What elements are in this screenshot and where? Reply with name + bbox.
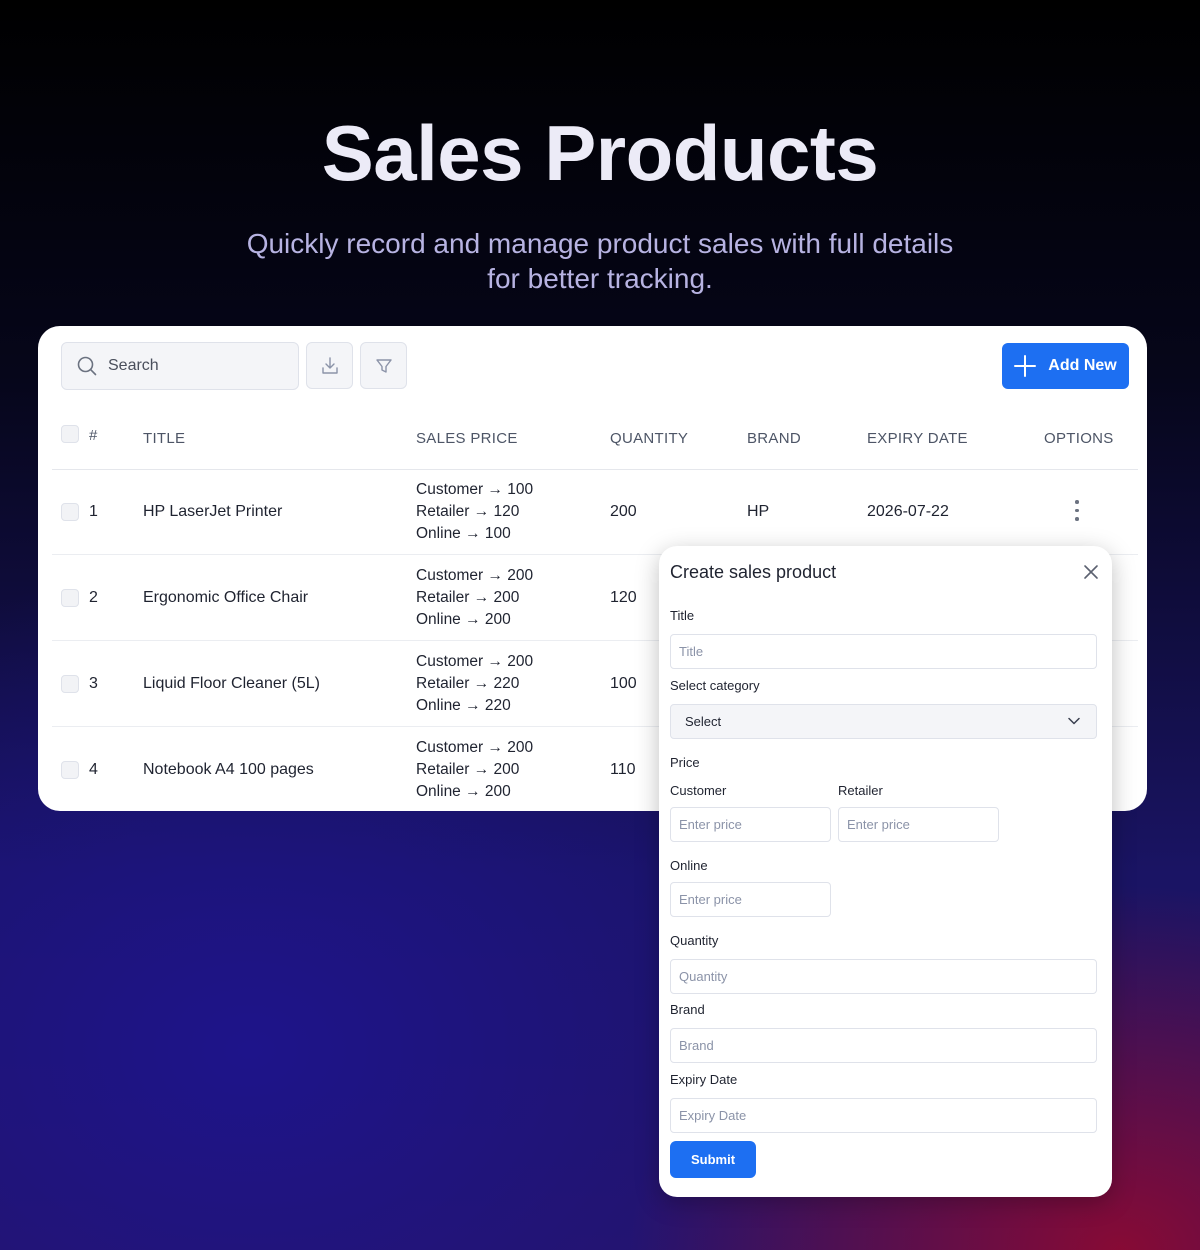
row-number: 1 [89,503,98,520]
row-sales-price: Customer → 100 Retailer → 120 Online → 1… [416,479,533,545]
column-header-number: # [89,427,98,444]
table-row[interactable]: 1 HP LaserJet Printer Customer → 100 Ret… [38,469,1147,555]
row-checkbox[interactable] [61,589,79,607]
download-button[interactable] [306,342,353,389]
add-new-button[interactable]: Add New [1002,343,1129,389]
customer-price-label: Customer [670,783,727,798]
modal-title: Create sales product [670,562,837,582]
add-new-label: Add New [1048,357,1117,374]
row-title: HP LaserJet Printer [143,503,283,520]
price-customer: Customer → 200 [416,653,534,670]
retailer-price-field[interactable]: Enter price [838,807,999,842]
price-retailer: Retailer → 200 [416,589,520,606]
page-title: Sales Products [321,109,879,197]
price-customer: Customer → 200 [416,739,534,756]
expiry-date-field-label: Expiry Date [670,1072,738,1087]
price-online: Online → 200 [416,611,511,628]
brand-field[interactable]: Brand [670,1028,1097,1063]
row-quantity: 120 [610,589,637,606]
filter-icon [375,358,392,373]
column-header-expiry-date[interactable]: EXPIRY DATE [867,430,968,447]
row-quantity: 200 [610,503,637,520]
customer-price-field[interactable]: Enter price [670,807,831,842]
price-retailer: Retailer → 200 [416,761,520,778]
search-placeholder: Search [108,357,159,374]
row-checkbox[interactable] [61,761,79,779]
title-field[interactable]: Title [670,634,1097,669]
row-title: Notebook A4 100 pages [143,761,314,778]
row-sales-price: Customer → 200 Retailer → 200 Online → 2… [416,565,533,631]
brand-field-label: Brand [670,1002,705,1017]
column-header-sales-price[interactable]: SALES PRICE [416,430,518,447]
download-icon [321,356,338,374]
price-retailer: Retailer → 120 [416,503,520,520]
subtitle-line-1: Quickly record and manage product sales … [246,228,954,259]
category-select[interactable]: Select [670,704,1097,739]
search-input[interactable]: Search [61,342,299,390]
submit-button[interactable]: Submit [670,1141,756,1178]
price-retailer: Retailer → 220 [416,675,520,692]
page-subtitle: Quickly record and manage product sales … [200,226,1000,296]
column-header-brand[interactable]: BRAND [747,430,801,447]
chevron-down-icon [1068,717,1080,725]
row-expiry-date: 2026-07-22 [867,503,949,520]
column-header-quantity[interactable]: QUANTITY [610,430,688,447]
price-customer: Customer → 100 [416,481,534,498]
row-options-kebab-icon[interactable] [1074,500,1080,521]
category-field-label: Select category [670,678,760,693]
quantity-field[interactable]: Quantity [670,959,1097,994]
row-quantity: 100 [610,675,637,692]
price-online: Online → 200 [416,783,511,800]
row-number: 2 [89,589,98,606]
row-quantity: 110 [610,761,636,778]
row-sales-price: Customer → 200 Retailer → 220 Online → 2… [416,651,533,717]
price-online: Online → 220 [416,697,511,714]
plus-icon [1014,355,1037,377]
filter-button[interactable] [360,342,407,389]
subtitle-line-2: for better tracking. [487,263,713,294]
row-number: 3 [89,675,98,692]
column-header-options: OPTIONS [1044,430,1114,447]
row-title: Ergonomic Office Chair [143,589,309,606]
close-icon[interactable] [1083,564,1099,580]
row-checkbox[interactable] [61,675,79,693]
search-icon [77,356,97,376]
online-price-field[interactable]: Enter price [670,882,831,917]
column-header-title[interactable]: TITLE [143,430,185,447]
row-brand: HP [747,503,770,520]
quantity-field-label: Quantity [670,933,719,948]
expiry-date-field[interactable]: Expiry Date [670,1098,1097,1133]
price-customer: Customer → 200 [416,567,534,584]
row-number: 4 [89,761,98,778]
select-all-checkbox[interactable] [61,425,79,443]
row-sales-price: Customer → 200 Retailer → 200 Online → 2… [416,737,533,803]
row-title: Liquid Floor Cleaner (5L) [143,675,320,692]
create-sales-product-modal: Create sales product Title Title Select … [659,546,1112,1197]
price-online: Online → 100 [416,525,511,542]
category-select-value: Select [685,714,722,729]
row-checkbox[interactable] [61,503,79,521]
title-field-label: Title [670,608,695,623]
online-price-label: Online [670,858,708,873]
price-section-label: Price [670,755,700,770]
retailer-price-label: Retailer [838,783,883,798]
